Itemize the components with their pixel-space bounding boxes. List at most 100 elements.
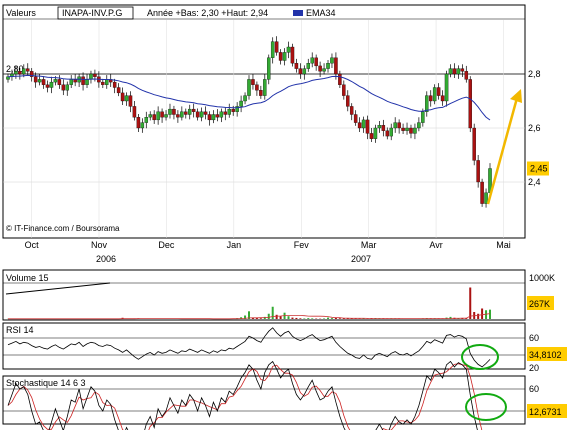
candle-body [176, 114, 180, 118]
candle-body [314, 57, 318, 67]
stoch-last-label: 12,6731 [529, 407, 562, 417]
volume-bar [311, 318, 314, 319]
candle-body [45, 84, 50, 88]
volume-bar [271, 306, 274, 319]
volume-bar [291, 317, 294, 319]
candle-body [203, 111, 208, 115]
candle-body [286, 46, 291, 53]
candle-body [397, 122, 401, 129]
volume-bar [469, 287, 472, 319]
candle-body [263, 79, 267, 96]
candle-body [259, 90, 263, 96]
candle-body [369, 133, 374, 139]
candle-body [338, 73, 342, 85]
candle-body [61, 84, 66, 91]
candle-body [365, 119, 370, 134]
candle-body [65, 84, 70, 91]
candle-body [69, 79, 73, 85]
candle-body [73, 79, 77, 83]
candle-body [440, 95, 445, 102]
volume-max-label: 1000K [529, 273, 555, 283]
candle-body [270, 41, 275, 58]
candle-body [267, 57, 271, 80]
volume-bar [299, 318, 302, 319]
candle-body [381, 125, 386, 131]
candle-body [207, 114, 212, 121]
candle-body [448, 68, 453, 75]
candle-body [26, 68, 30, 72]
stoch-tick-60: 60 [529, 384, 539, 394]
candle-body [132, 106, 137, 118]
candle-body [330, 57, 334, 64]
candle-body [476, 160, 480, 183]
stock-chart: Valeurs INAPA-INV.P.G Année +Bas: 2,30 +… [2, 4, 567, 430]
volume-bar [330, 318, 333, 319]
candle-body [428, 95, 433, 102]
candle-body [120, 92, 125, 102]
candle-body [302, 68, 307, 75]
candle-body [187, 108, 192, 115]
volume-bar [338, 318, 341, 319]
candle-body [37, 79, 42, 83]
candle-body [124, 95, 129, 102]
candle-body [484, 192, 488, 204]
volume-bar [303, 318, 306, 319]
ema-legend-label: EMA34 [306, 8, 336, 18]
candle-body [85, 79, 89, 85]
symbol-label[interactable]: INAPA-INV.P.G [62, 8, 122, 18]
candle-body [425, 95, 429, 112]
last-price-label: 2,45 [530, 164, 548, 174]
month-label: Mar [361, 240, 377, 250]
volume-bar [323, 318, 326, 319]
candle-body [385, 130, 390, 137]
candle-body [377, 125, 382, 129]
candle-body [393, 122, 397, 129]
volume-bar [334, 317, 337, 319]
year-label-2007: 2007 [351, 254, 371, 264]
candle-body [361, 119, 366, 129]
candle-body [223, 111, 228, 115]
candle-body [373, 127, 378, 139]
candle-body [456, 68, 461, 75]
candle-body [18, 71, 22, 75]
volume-bar [295, 317, 298, 319]
candle-body [227, 108, 231, 115]
candle-body [342, 84, 346, 96]
candle-body [389, 127, 393, 137]
candle-body [334, 57, 338, 75]
candle-body [460, 68, 465, 72]
candle-body [33, 76, 38, 83]
candle-body [172, 108, 176, 115]
candle-body [417, 122, 421, 129]
candle-body [480, 181, 484, 204]
candle-body [409, 127, 413, 134]
price-panel-frame [2, 4, 526, 239]
candle-body [211, 114, 216, 121]
candle-body [452, 68, 457, 75]
candle-body [306, 63, 311, 69]
candle-body [22, 68, 26, 75]
candle-body [112, 81, 117, 88]
candle-body [464, 71, 469, 80]
candle-body [318, 65, 322, 72]
ema-legend-swatch [293, 10, 303, 16]
candle-body [436, 87, 441, 96]
candle-body [251, 79, 255, 85]
candle-body [156, 111, 160, 121]
candle-body [116, 87, 121, 94]
candle-body [144, 117, 149, 123]
candle-body [278, 52, 283, 61]
candle-body [180, 111, 184, 118]
candle-body [191, 108, 196, 112]
candle-body [136, 117, 141, 129]
candle-body [282, 52, 287, 61]
candle-body [346, 95, 350, 107]
volume-bar [489, 309, 491, 319]
candle-body [148, 114, 152, 118]
month-label: Oct [25, 240, 40, 250]
candle-body [432, 87, 437, 102]
month-label: Mai [496, 240, 511, 250]
candle-body [93, 73, 97, 77]
candle-body [164, 114, 168, 118]
rsi-label: RSI 14 [6, 325, 34, 335]
